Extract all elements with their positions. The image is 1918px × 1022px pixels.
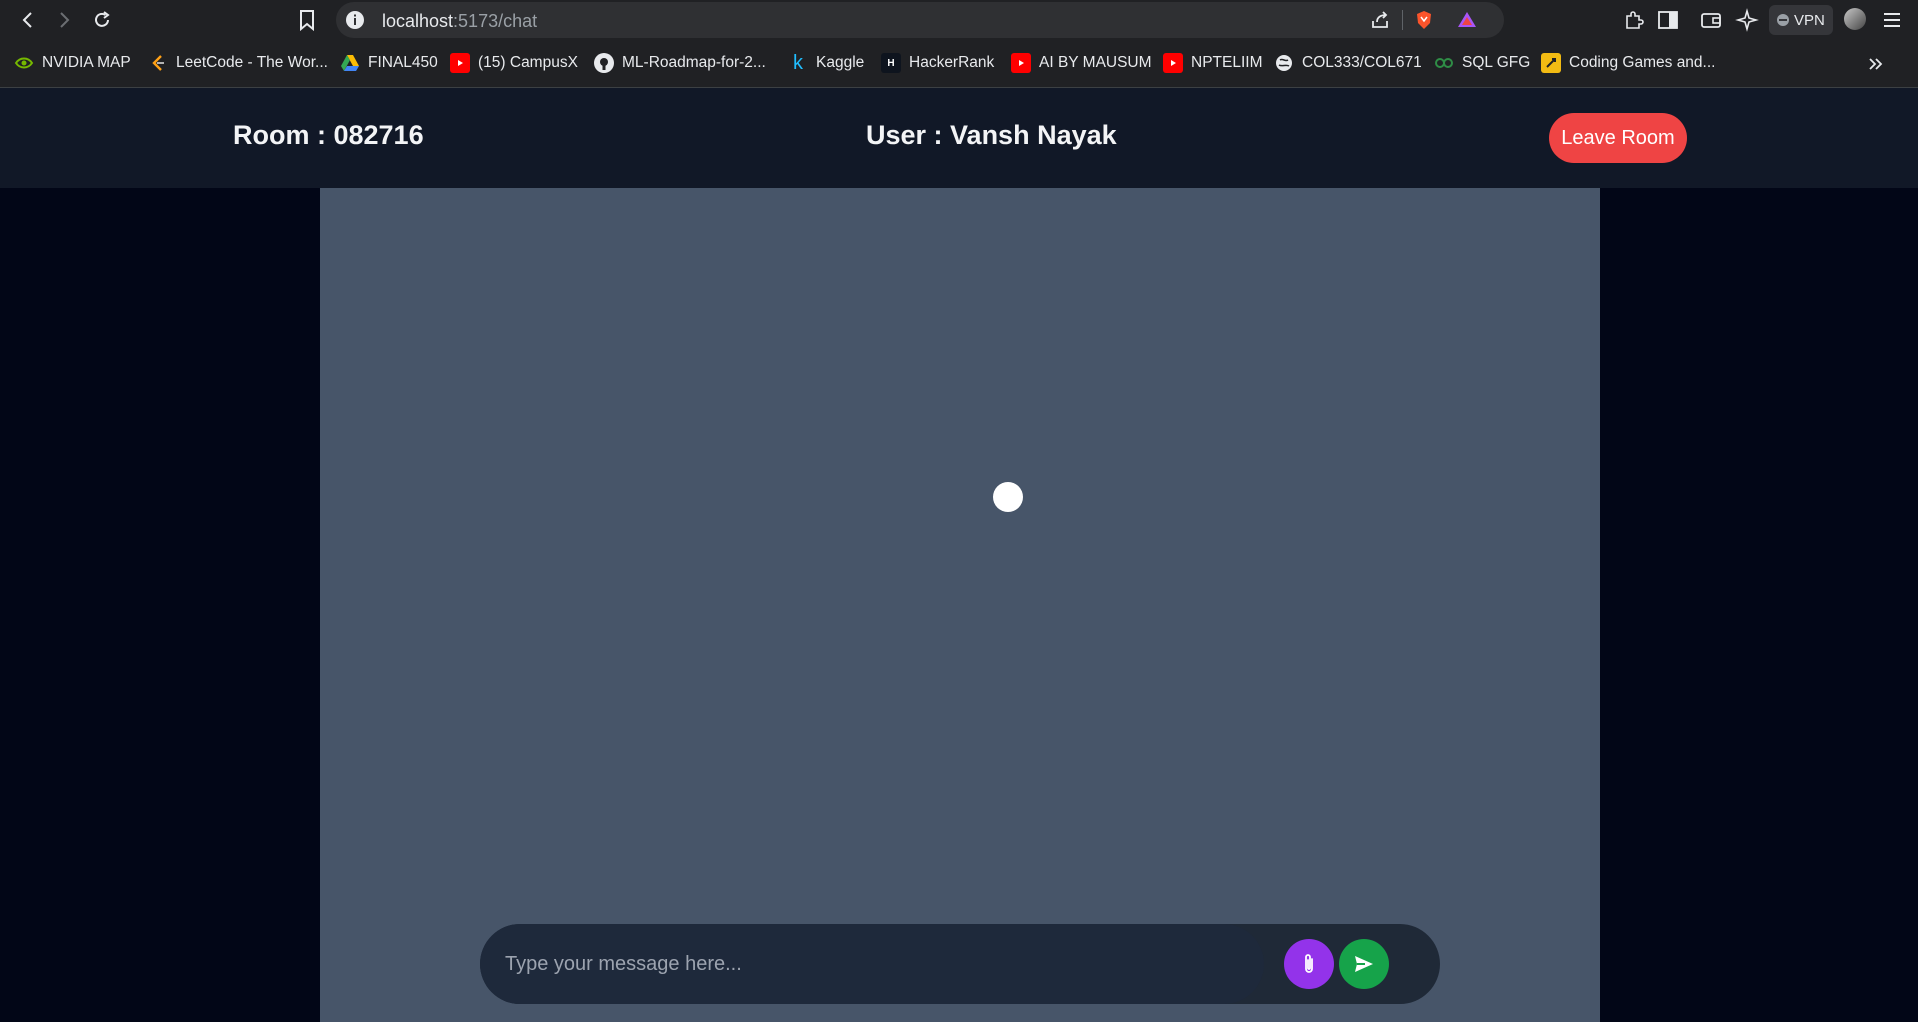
bookmark-icon	[300, 10, 314, 31]
brave-shields-icon[interactable]	[1413, 9, 1435, 31]
message-input[interactable]	[480, 924, 1264, 1004]
youtube-icon	[1011, 53, 1031, 73]
youtube-icon	[1163, 53, 1183, 73]
bookmark-page-button[interactable]	[292, 5, 322, 35]
browser-toolbar: localhost:5173/chat VPN	[0, 0, 1918, 39]
reload-button[interactable]	[87, 5, 117, 35]
url-divider	[1402, 10, 1403, 30]
bookmark-item[interactable]: NVIDIA MAP	[14, 51, 131, 75]
bookmark-item[interactable]: LeetCode - The Wor...	[148, 51, 328, 75]
more-bookmarks-icon[interactable]	[1866, 54, 1886, 74]
share-icon[interactable]	[1369, 9, 1391, 31]
back-button[interactable]	[13, 5, 43, 35]
globe-icon	[1274, 53, 1294, 73]
message-composer	[480, 924, 1440, 1004]
vpn-status-icon	[1777, 14, 1789, 26]
nvidia-icon	[14, 53, 34, 73]
wallet-icon[interactable]	[1699, 8, 1723, 32]
reload-icon	[95, 11, 110, 27]
loading-spinner	[993, 482, 1023, 512]
menu-icon[interactable]	[1880, 8, 1904, 32]
gfg-icon	[1434, 53, 1454, 73]
room-id-label: Room : 082716	[233, 120, 424, 150]
bookmark-item[interactable]: NPTELIIM	[1163, 51, 1262, 75]
address-bar[interactable]: localhost:5173/chat	[336, 2, 1504, 38]
bookmark-item[interactable]: (15) CampusX	[450, 51, 578, 75]
bookmark-item[interactable]: ML-Roadmap-for-2...	[594, 51, 766, 75]
bookmark-item[interactable]: COL333/COL671	[1274, 51, 1422, 75]
chat-header: Room : 082716 User : Vansh Nayak Leave R…	[0, 88, 1918, 188]
github-icon	[594, 53, 614, 73]
bookmark-item[interactable]: k Kaggle	[788, 51, 864, 75]
codingame-icon	[1541, 53, 1561, 73]
kaggle-icon: k	[793, 51, 803, 74]
bookmark-item[interactable]: SQL GFG	[1434, 51, 1530, 75]
leo-ai-icon[interactable]	[1735, 8, 1759, 32]
info-icon[interactable]	[344, 9, 366, 31]
bookmark-item[interactable]: AI BY MAUSUM	[1011, 51, 1152, 75]
hackerrank-icon: H	[881, 53, 901, 73]
url-text[interactable]: localhost:5173/chat	[382, 11, 537, 32]
vpn-button[interactable]: VPN	[1769, 5, 1833, 35]
bookmark-item[interactable]: Coding Games and...	[1541, 51, 1715, 75]
profile-avatar[interactable]	[1844, 8, 1866, 30]
sidebar-icon[interactable]	[1656, 8, 1680, 32]
send-message-button[interactable]	[1339, 939, 1389, 989]
forward-button[interactable]	[49, 5, 79, 35]
message-list[interactable]	[320, 188, 1600, 1022]
youtube-icon	[450, 53, 470, 73]
bookmark-item[interactable]: H HackerRank	[881, 51, 994, 75]
bookmarks-bar: NVIDIA MAP LeetCode - The Wor... FINAL45…	[0, 39, 1918, 88]
attach-file-button[interactable]	[1284, 939, 1334, 989]
send-icon	[1355, 956, 1373, 972]
leave-room-button[interactable]: Leave Room	[1549, 113, 1687, 163]
extensions-icon[interactable]	[1622, 8, 1646, 32]
back-icon	[22, 12, 32, 28]
brave-rewards-icon[interactable]	[1456, 9, 1478, 31]
bookmark-item[interactable]: FINAL450	[340, 51, 438, 75]
google-drive-icon	[340, 53, 360, 73]
leetcode-icon	[148, 53, 168, 73]
paperclip-icon	[1305, 954, 1313, 973]
user-name-label: User : Vansh Nayak	[866, 120, 1117, 150]
forward-icon	[60, 12, 70, 28]
